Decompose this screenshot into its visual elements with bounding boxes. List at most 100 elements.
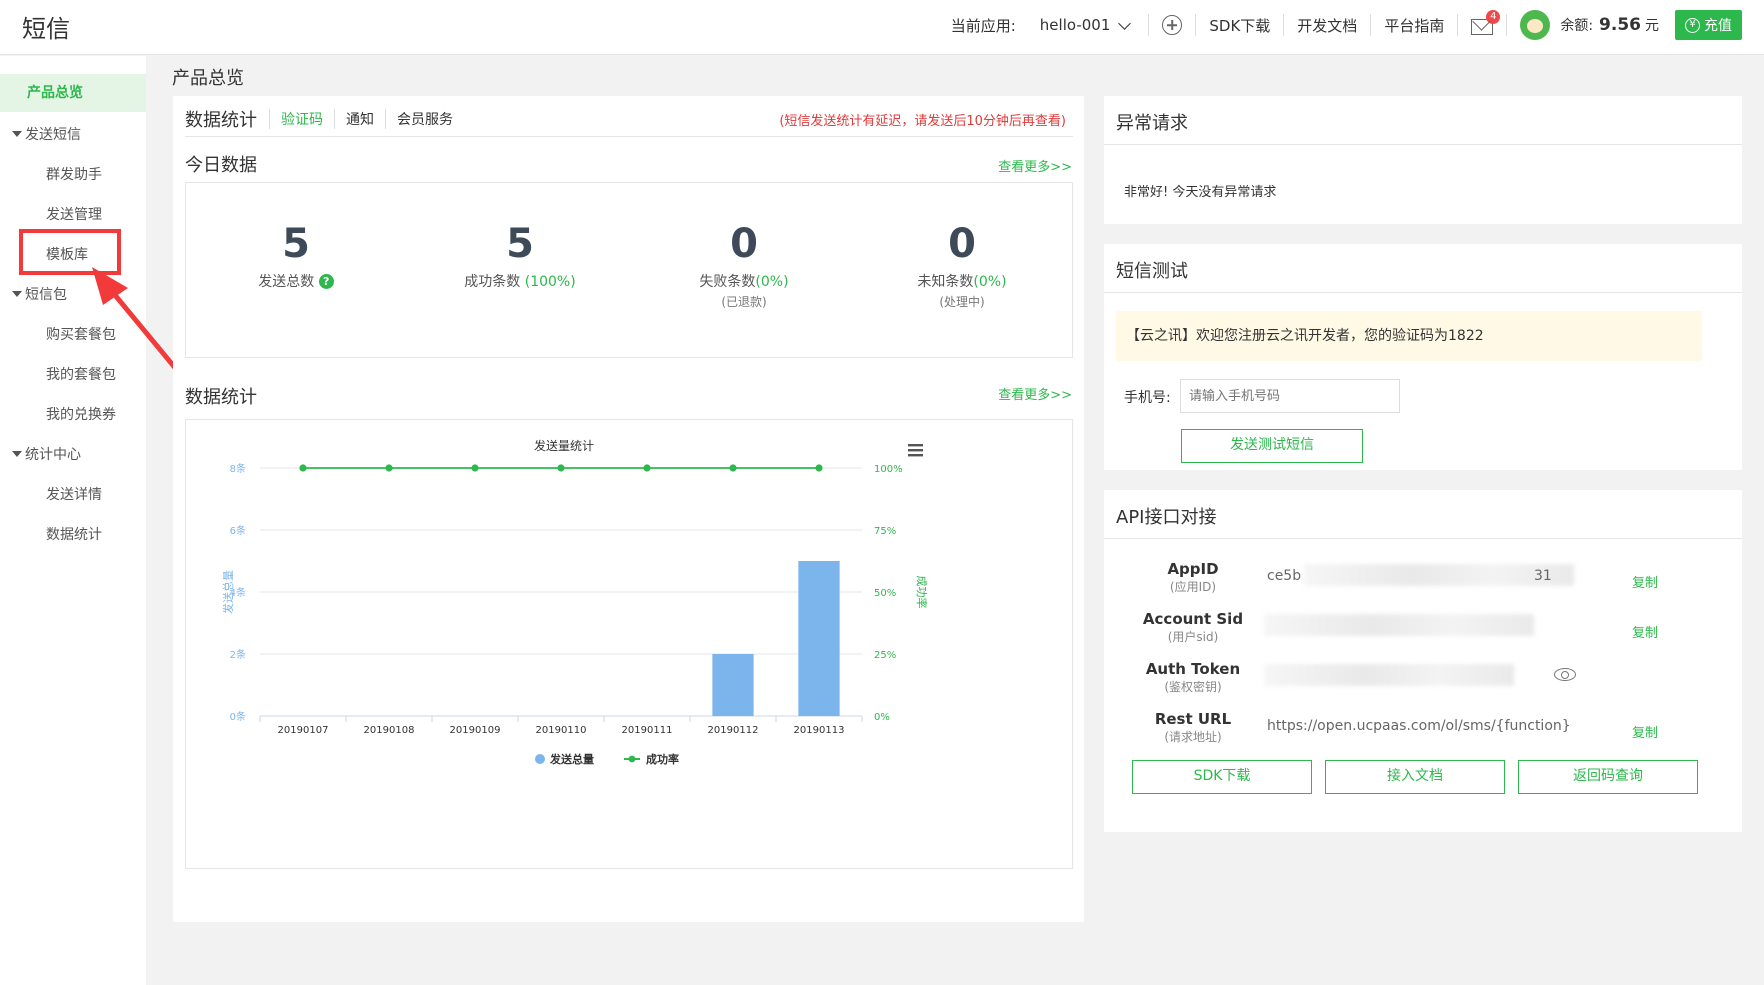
divider [185, 136, 1073, 137]
mail-icon[interactable]: 4 [1471, 10, 1501, 35]
stat-success: 5 成功条数 (100%) [410, 221, 630, 291]
stat-sub: (已退款) [721, 295, 767, 309]
api-row-rest-url: Rest URL (请求地址) https://open.ucpaas.com/… [1104, 710, 1742, 750]
current-app-value[interactable]: hello-001 [1040, 16, 1111, 34]
line-point [643, 464, 651, 472]
phone-label: 手机号: [1124, 390, 1171, 406]
menu-icon-bar [908, 444, 923, 447]
stat-number: 5 [282, 221, 310, 267]
stats-tabs: 数据统计 验证码 通知 会员服务 [185, 106, 464, 132]
y-tick-label: 8条 [230, 462, 246, 475]
recharge-button[interactable]: ¥ 充值 [1675, 10, 1742, 40]
balance-value: 9.56 [1599, 15, 1641, 35]
view-more-link[interactable]: 查看更多>> [998, 156, 1072, 175]
line-point [299, 464, 307, 472]
api-value: https://open.ucpaas.com/ol/sms/{function… [1267, 718, 1571, 734]
divider [1148, 14, 1150, 36]
stat-number: 0 [948, 221, 976, 267]
x-tick-label: 20190109 [450, 725, 501, 736]
chart-section-title: 数据统计 [185, 387, 257, 408]
line-point [471, 464, 479, 472]
delay-notice: (短信发送统计有延迟，请发送后10分钟后再查看) [779, 114, 1066, 129]
stat-number: 0 [730, 221, 758, 267]
sdk-download-link[interactable]: SDK下载 [1209, 15, 1270, 36]
balance-unit: 元 [1645, 18, 1659, 34]
avatar[interactable] [1520, 10, 1551, 40]
stat-label: 成功条数 [464, 274, 521, 290]
bar [798, 561, 840, 716]
sidebar-item-send-details[interactable]: 发送详情 [46, 484, 102, 504]
current-app-label: 当前应用: [950, 16, 1016, 35]
menu-icon-bar [908, 449, 923, 452]
y-axis-label: 发送总量 [221, 570, 235, 614]
api-row-auth-token: Auth Token (鉴权密钥) [1104, 660, 1742, 700]
sidebar-item-data-stats[interactable]: 数据统计 [46, 524, 102, 544]
mail-badge: 4 [1486, 10, 1501, 24]
divider [1283, 14, 1285, 36]
redacted-value [1264, 614, 1534, 636]
tab-notification[interactable]: 通知 [334, 109, 385, 129]
sms-test-panel: 短信测试 【云之讯】欢迎您注册云之讯开发者，您的验证码为1822 手机号: 发送… [1104, 244, 1742, 470]
x-tick-label: 20190110 [536, 725, 587, 736]
sms-test-title: 短信测试 [1116, 261, 1188, 282]
y-tick-label: 0条 [230, 710, 246, 723]
divider [1104, 292, 1742, 293]
divider [1506, 14, 1508, 36]
help-icon[interactable]: ? [318, 274, 334, 289]
api-key-sub: (鉴权密钥) [1164, 680, 1222, 694]
redacted-value [1264, 664, 1514, 686]
abnormal-title: 异常请求 [1116, 113, 1188, 134]
tab-verification-code[interactable]: 验证码 [269, 109, 334, 129]
x-tick-label: 20190111 [622, 725, 673, 736]
api-key-label: Rest URL [1154, 710, 1232, 728]
copy-link[interactable]: 复制 [1632, 572, 1658, 591]
api-key-sub: (请求地址) [1164, 730, 1222, 744]
sms-preview: 【云之讯】欢迎您注册云之讯开发者，您的验证码为1822 [1116, 311, 1702, 361]
line-point [385, 464, 393, 472]
today-title: 今日数据 [185, 155, 257, 176]
stat-sub: (处理中) [939, 295, 985, 309]
api-key-label: AppID [1167, 560, 1219, 578]
y-tick-label: 6条 [230, 524, 246, 537]
stat-percent: (0%) [973, 274, 1007, 290]
tab-member-service[interactable]: 会员服务 [385, 109, 464, 129]
today-stats: 5 发送总数 ? 5 成功条数 (100%) 0 失败条数(0%) (已退款) … [185, 182, 1073, 358]
send-test-sms-button[interactable]: 发送测试短信 [1181, 429, 1363, 463]
balance-label: 余额: [1560, 18, 1594, 34]
dev-docs-link[interactable]: 开发文档 [1297, 15, 1357, 36]
chart-view-more-link[interactable]: 查看更多>> [998, 384, 1072, 403]
divider [1104, 144, 1742, 145]
phone-input[interactable] [1180, 379, 1400, 413]
api-panel: API接口对接 AppID (应用ID) ce5b 31 复制 Account … [1104, 490, 1742, 832]
line-point [729, 464, 737, 472]
app-selector[interactable]: hello-001 [1040, 16, 1136, 34]
y2-axis-label: 成功率 [915, 576, 929, 609]
api-key-sub: (用户sid) [1167, 630, 1219, 644]
copy-link[interactable]: 复制 [1632, 722, 1658, 741]
stat-total-sent: 5 发送总数 ? [186, 221, 406, 291]
abnormal-message: 非常好! 今天没有异常请求 [1124, 185, 1277, 200]
chevron-down-icon[interactable] [1118, 16, 1132, 30]
line-point [557, 464, 565, 472]
menu-icon-bar [908, 454, 923, 457]
divider [1195, 14, 1197, 36]
stats-title: 数据统计 [185, 110, 257, 131]
x-tick-label: 20190108 [364, 725, 415, 736]
legend-label: 成功率 [646, 752, 679, 766]
access-docs-button[interactable]: 接入文档 [1325, 760, 1505, 794]
stat-label: 未知条数 [917, 274, 974, 290]
add-circle-icon[interactable] [1162, 15, 1183, 35]
copy-link[interactable]: 复制 [1632, 622, 1658, 641]
api-key-label: Auth Token [1145, 660, 1241, 678]
y2-tick-label: 75% [874, 526, 896, 537]
y2-tick-label: 25% [874, 650, 896, 661]
x-tick-label: 20190113 [794, 725, 845, 736]
platform-guide-link[interactable]: 平台指南 [1384, 15, 1444, 36]
header-actions: 当前应用: hello-001 SDK下载 开发文档 平台指南 4 余额: 9.… [951, 9, 1742, 41]
sdk-download-button[interactable]: SDK下载 [1132, 760, 1312, 794]
y2-tick-label: 50% [874, 588, 896, 599]
return-code-query-button[interactable]: 返回码查询 [1518, 760, 1698, 794]
y-tick-label: 2条 [230, 648, 246, 661]
api-key-label: Account Sid [1142, 610, 1244, 628]
eye-icon[interactable] [1554, 668, 1576, 681]
